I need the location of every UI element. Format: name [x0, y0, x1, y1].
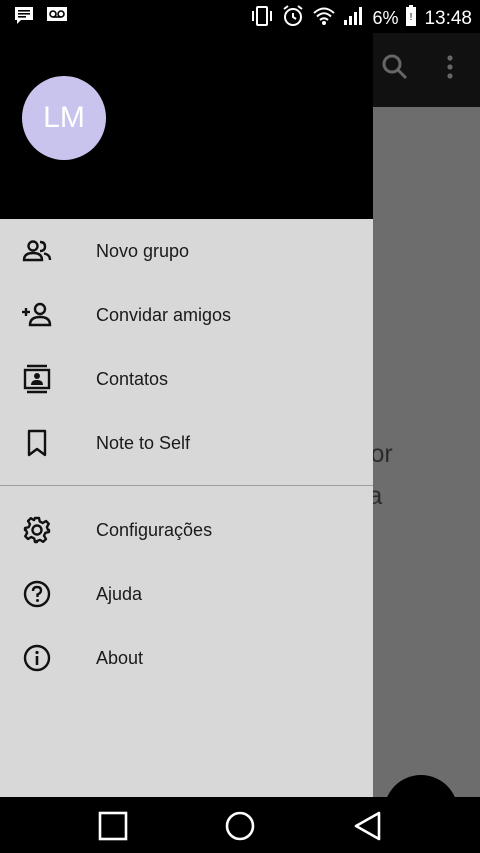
menu-item-label: Contatos	[96, 368, 169, 389]
vibrate-icon	[250, 5, 274, 32]
menu-item-label: Convidar amigos	[96, 304, 232, 325]
message-notification-icon	[14, 6, 34, 29]
clock: 13:48	[424, 7, 472, 29]
overflow-menu-icon[interactable]	[444, 53, 456, 86]
back-button[interactable]	[350, 809, 384, 843]
menu-item-convidar-amigos[interactable]: Convidar amigos	[0, 283, 373, 347]
drawer-menu: Novo grupo Convidar amigos Contatos Note…	[0, 219, 373, 690]
svg-text:!: !	[410, 12, 413, 23]
navigation-drawer: LM Novo grupo Convidar amigos Contatos N…	[0, 33, 373, 797]
group-icon	[21, 235, 53, 267]
battery-percent: 6%	[372, 8, 399, 28]
menu-item-ajuda[interactable]: Ajuda	[0, 562, 373, 626]
wifi-icon	[312, 6, 336, 31]
info-icon	[21, 642, 53, 674]
menu-item-label: Novo grupo	[96, 240, 190, 261]
menu-item-configuracoes[interactable]: Configurações	[0, 498, 373, 562]
drawer-header: LM	[0, 33, 373, 219]
home-button[interactable]	[223, 809, 257, 843]
menu-item-novo-grupo[interactable]: Novo grupo	[0, 219, 373, 283]
status-bar: 6% ! 13:48	[0, 0, 480, 33]
menu-item-label: About	[96, 647, 144, 668]
system-nav-bar	[0, 797, 480, 853]
bookmark-icon	[21, 427, 53, 459]
menu-item-label: Ajuda	[96, 583, 143, 604]
menu-divider	[0, 485, 373, 486]
add-person-icon	[21, 299, 53, 331]
help-icon	[21, 578, 53, 610]
voicemail-icon	[46, 6, 68, 29]
avatar[interactable]: LM	[22, 76, 106, 160]
search-icon[interactable]	[381, 53, 409, 86]
menu-item-label: Configurações	[96, 519, 213, 540]
gear-icon	[21, 514, 53, 546]
battery-icon: !	[405, 5, 417, 32]
menu-item-label: Note to Self	[96, 432, 191, 453]
menu-item-contatos[interactable]: Contatos	[0, 347, 373, 411]
contacts-icon	[21, 363, 53, 395]
alarm-icon	[281, 4, 305, 33]
menu-item-note-to-self[interactable]: Note to Self	[0, 411, 373, 475]
signal-icon	[343, 6, 365, 31]
recents-button[interactable]	[96, 809, 130, 843]
menu-item-about[interactable]: About	[0, 626, 373, 690]
